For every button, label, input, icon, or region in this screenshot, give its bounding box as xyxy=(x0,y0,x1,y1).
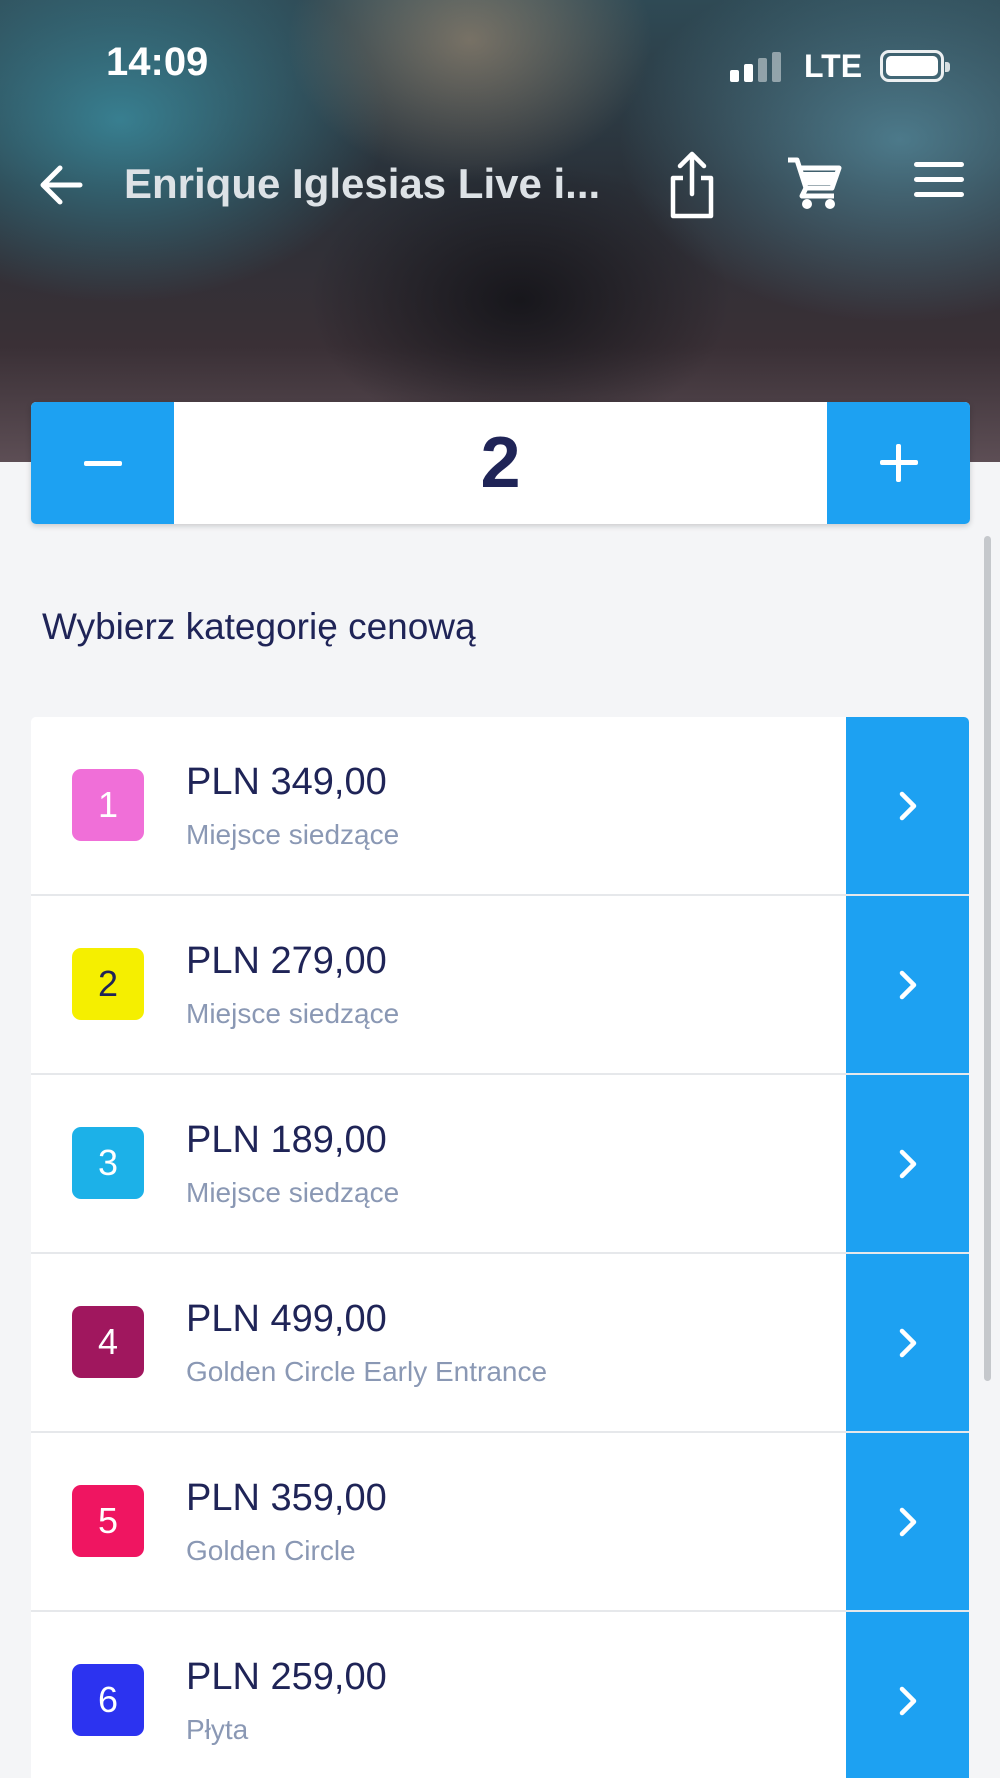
menu-button[interactable] xyxy=(914,162,964,206)
minus-icon xyxy=(83,460,122,466)
category-price: PLN 349,00 xyxy=(186,761,387,803)
page-title: Enrique Iglesias Live i... xyxy=(124,160,601,207)
status-bar: 14:09 LTE xyxy=(0,0,1000,130)
category-row[interactable]: 4 PLN 499,00 Golden Circle Early Entrance xyxy=(31,1254,969,1433)
category-badge: 4 xyxy=(72,1306,144,1378)
cart-icon xyxy=(788,157,842,209)
battery-icon xyxy=(880,50,951,82)
select-category-button[interactable] xyxy=(846,896,969,1073)
plus-icon xyxy=(879,444,918,482)
chevron-right-icon xyxy=(899,1328,916,1357)
category-badge: 5 xyxy=(72,1485,144,1557)
category-description: Miejsce siedzące xyxy=(186,1177,400,1208)
category-row[interactable]: 3 PLN 189,00 Miejsce siedzące xyxy=(31,1075,969,1254)
share-icon xyxy=(670,151,714,219)
category-description: Golden Circle Early Entrance xyxy=(186,1356,548,1387)
select-category-button[interactable] xyxy=(846,1612,969,1778)
select-category-button[interactable] xyxy=(846,1254,969,1431)
back-button[interactable] xyxy=(36,160,86,210)
category-row[interactable]: 5 PLN 359,00 Golden Circle xyxy=(31,1433,969,1612)
price-category-list: 1 PLN 349,00 Miejsce siedzące 2 PLN 279,00 Mi… xyxy=(31,717,969,1778)
category-row[interactable]: 6 PLN 259,00 Płyta xyxy=(31,1612,969,1778)
cart-button[interactable] xyxy=(786,154,842,210)
network-type: LTE xyxy=(804,47,863,84)
hamburger-menu-icon xyxy=(914,162,964,197)
category-row[interactable]: 1 PLN 349,00 Miejsce siedzące xyxy=(31,717,969,896)
category-description: Miejsce siedzące xyxy=(186,819,400,850)
category-badge: 6 xyxy=(72,1664,144,1736)
category-badge: 2 xyxy=(72,948,144,1020)
chevron-right-icon xyxy=(899,1686,916,1715)
category-price: PLN 279,00 xyxy=(186,940,387,982)
category-badge: 1 xyxy=(72,769,144,841)
signal-icon xyxy=(730,50,786,82)
category-badge: 3 xyxy=(72,1127,144,1199)
category-price: PLN 499,00 xyxy=(186,1298,387,1340)
status-indicators: LTE xyxy=(730,46,951,86)
status-time: 14:09 xyxy=(106,40,209,84)
category-description: Golden Circle xyxy=(186,1535,356,1566)
category-description: Miejsce siedzące xyxy=(186,998,400,1029)
select-category-button[interactable] xyxy=(846,1433,969,1610)
select-category-button[interactable] xyxy=(846,1075,969,1252)
nav-bar: Enrique Iglesias Live i... xyxy=(0,140,1000,230)
category-price: PLN 259,00 xyxy=(186,1656,387,1698)
category-row[interactable]: 2 PLN 279,00 Miejsce siedzące xyxy=(31,896,969,1075)
category-description: Płyta xyxy=(186,1714,249,1745)
arrow-left-icon xyxy=(40,165,83,205)
share-button[interactable] xyxy=(666,150,718,220)
chevron-right-icon xyxy=(899,791,916,820)
category-price: PLN 359,00 xyxy=(186,1477,387,1519)
select-category-button[interactable] xyxy=(846,717,969,894)
chevron-right-icon xyxy=(899,970,916,999)
decrease-button[interactable] xyxy=(31,402,174,524)
quantity-stepper: 2 xyxy=(31,402,970,524)
blurred-event-image xyxy=(90,240,910,390)
quantity-value: 2 xyxy=(480,423,521,503)
chevron-right-icon xyxy=(899,1149,916,1178)
section-heading: Wybierz kategorię cenową xyxy=(42,606,476,647)
chevron-right-icon xyxy=(899,1507,916,1536)
scrollbar[interactable] xyxy=(984,536,991,1381)
increase-button[interactable] xyxy=(827,402,970,524)
category-price: PLN 189,00 xyxy=(186,1119,387,1161)
